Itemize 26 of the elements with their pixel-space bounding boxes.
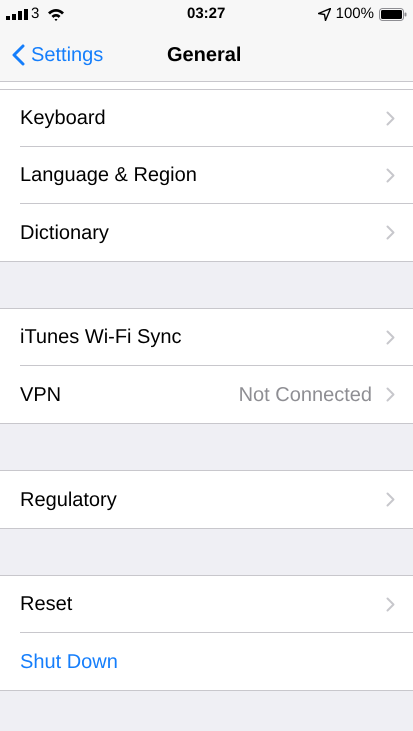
- row-label[interactable]: Reset: [20, 589, 72, 619]
- row-label[interactable]: Language & Region: [20, 160, 197, 190]
- clock-time: 03:27: [187, 4, 226, 24]
- signal-icon: [6, 8, 28, 20]
- row-label[interactable]: Dictionary: [20, 218, 109, 248]
- carrier-label: 3: [31, 4, 40, 24]
- page-title: General: [167, 43, 242, 68]
- chevron-icon: [386, 387, 395, 402]
- chevron-icon: [386, 168, 395, 182]
- chevron-icon: [386, 596, 395, 612]
- chevron-icon: [386, 330, 395, 344]
- chevron-icon: [386, 492, 395, 507]
- row-label[interactable]: iTunes Wi-Fi Sync: [20, 322, 182, 352]
- back-button[interactable]: Settings: [0, 40, 104, 70]
- location-arrow-icon: [318, 8, 331, 20]
- wifi-icon: [47, 8, 66, 20]
- row-value: Not Connected: [238, 382, 372, 408]
- chevron-icon: [386, 225, 395, 240]
- shut-down-button[interactable]: Shut Down: [20, 646, 118, 676]
- row-label[interactable]: Keyboard: [20, 103, 106, 133]
- battery-percent: 100%: [336, 4, 374, 24]
- row-label[interactable]: Regulatory: [20, 484, 117, 514]
- back-chevron-icon: [12, 44, 25, 66]
- battery-icon: [379, 8, 407, 20]
- chevron-icon: [386, 110, 395, 126]
- row-label[interactable]: VPN: [20, 380, 62, 410]
